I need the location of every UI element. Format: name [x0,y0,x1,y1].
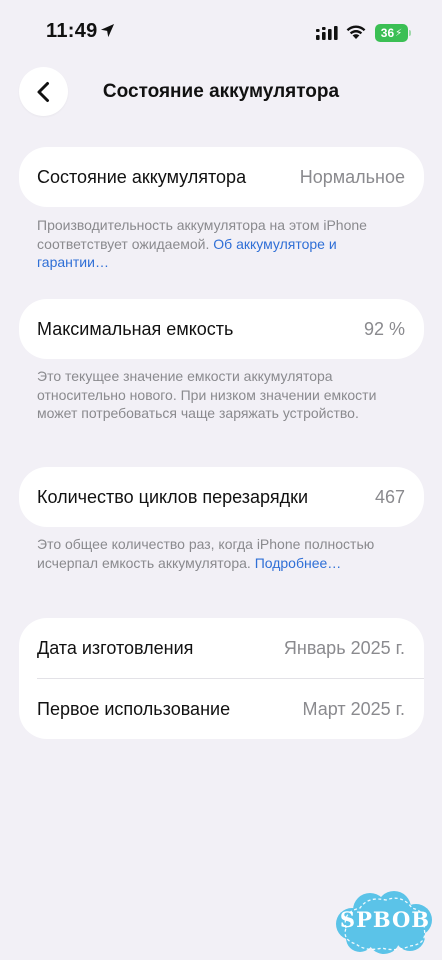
status-bar: 11:49 36 ⚡ [0,0,442,60]
manufacture-date-label: Дата изготовления [37,637,194,658]
battery-health-card: Состояние аккумулятора Нормальное [19,147,424,207]
manufacture-date-row: Дата изготовления Январь 2025 г. [19,618,424,678]
status-time: 11:49 [46,20,98,42]
page-title-text: Состояние аккумулятора [102,81,340,102]
cycle-count-value: 467 [374,486,405,507]
learn-more-link[interactable]: Подробнее… [255,555,342,571]
battery-health-footnote: Производительность аккумулятора на этом … [37,216,397,272]
battery-indicator: 36 ⚡ [375,24,408,42]
first-use-value: Март 2025 г. [302,698,405,719]
battery-health-label: Состояние аккумулятора [37,166,247,187]
charging-bolt-icon: ⚡ [395,27,403,39]
location-arrow-icon [100,23,115,38]
max-capacity-footnote: Это текущее значение емкости аккумулятор… [37,367,397,423]
battery-health-value: Нормальное [299,166,405,187]
wifi-icon [346,25,366,39]
max-capacity-row: Максимальная емкость 92 % [19,299,424,359]
battery-level: 36 [380,26,395,40]
max-capacity-label: Максимальная емкость [37,318,234,339]
max-capacity-value: 92 % [363,318,405,339]
dates-card: Дата изготовления Январь 2025 г. Первое … [19,618,424,739]
watermark-text: SPBOB [339,907,431,932]
manufacture-date-value: Январь 2025 г. [283,637,405,658]
cellular-signal-icon [316,26,338,40]
cycle-count-label: Количество циклов перезарядки [37,486,309,507]
battery-tip [409,30,411,36]
first-use-label: Первое использование [37,698,231,719]
cycle-count-footnote: Это общее количество раз, когда iPhone п… [37,535,397,572]
page-title: Состояние аккумулятора [0,81,442,103]
battery-health-row[interactable]: Состояние аккумулятора Нормальное [19,147,424,207]
first-use-row: Первое использование Март 2025 г. [19,679,424,739]
cycle-count-row: Количество циклов перезарядки 467 [19,467,424,527]
max-capacity-footnote-text: Это текущее значение емкости аккумулятор… [37,368,377,421]
cycle-count-card: Количество циклов перезарядки 467 [19,467,424,527]
max-capacity-card: Максимальная емкость 92 % [19,299,424,359]
